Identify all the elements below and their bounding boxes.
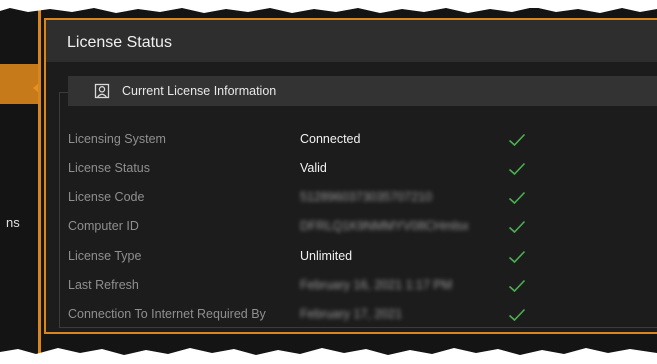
left-sidebar <box>0 8 39 360</box>
license-status-panel: License Status Current License Informati… <box>44 18 657 334</box>
torn-top-edge <box>0 0 657 13</box>
sidebar-item-label[interactable]: ns <box>6 215 20 230</box>
check-icon <box>508 219 526 240</box>
group-title: Current License Information <box>122 84 277 98</box>
check-icon <box>508 161 526 182</box>
row-value: Connected <box>300 132 361 146</box>
app-window: ns License Status Current License Inform… <box>0 8 657 360</box>
license-row: License Status Valid <box>46 161 657 181</box>
row-value: 5128960373035707210 <box>300 190 433 204</box>
row-label: License Type <box>68 249 142 263</box>
sidebar-divider <box>38 8 41 360</box>
license-row: Computer ID DFRLQ1K9NMMYV08CHmlsx <box>46 219 657 239</box>
row-label: Computer ID <box>68 219 139 233</box>
row-value: DFRLQ1K9NMMYV08CHmlsx <box>300 219 469 233</box>
row-label: Licensing System <box>68 132 166 146</box>
check-icon <box>508 132 526 153</box>
row-label: License Code <box>68 190 145 204</box>
panel-title: License Status <box>67 34 172 51</box>
row-label: Connection To Internet Required By <box>68 307 266 321</box>
row-value: Valid <box>300 161 327 175</box>
row-label: Last Refresh <box>68 278 139 292</box>
row-value: February 17, 2021 <box>300 307 403 321</box>
license-row: Licensing System Connected <box>46 132 657 152</box>
license-row: License Code 5128960373035707210 <box>46 190 657 210</box>
license-row: Connection To Internet Required By Febru… <box>46 307 657 327</box>
check-icon <box>508 278 526 299</box>
user-badge-icon <box>94 83 110 104</box>
panel-header: License Status <box>46 20 657 62</box>
license-row: License Type Unlimited <box>46 249 657 269</box>
row-label: License Status <box>68 161 150 175</box>
row-value: Unlimited <box>300 249 353 263</box>
check-icon <box>508 190 526 211</box>
check-icon <box>508 307 526 328</box>
torn-bottom-edge <box>0 348 657 364</box>
group-header: Current License Information <box>68 76 657 106</box>
check-icon <box>508 249 526 270</box>
license-row: Last Refresh February 16, 2021 1:17 PM <box>46 278 657 298</box>
row-value: February 16, 2021 1:17 PM <box>300 278 453 292</box>
